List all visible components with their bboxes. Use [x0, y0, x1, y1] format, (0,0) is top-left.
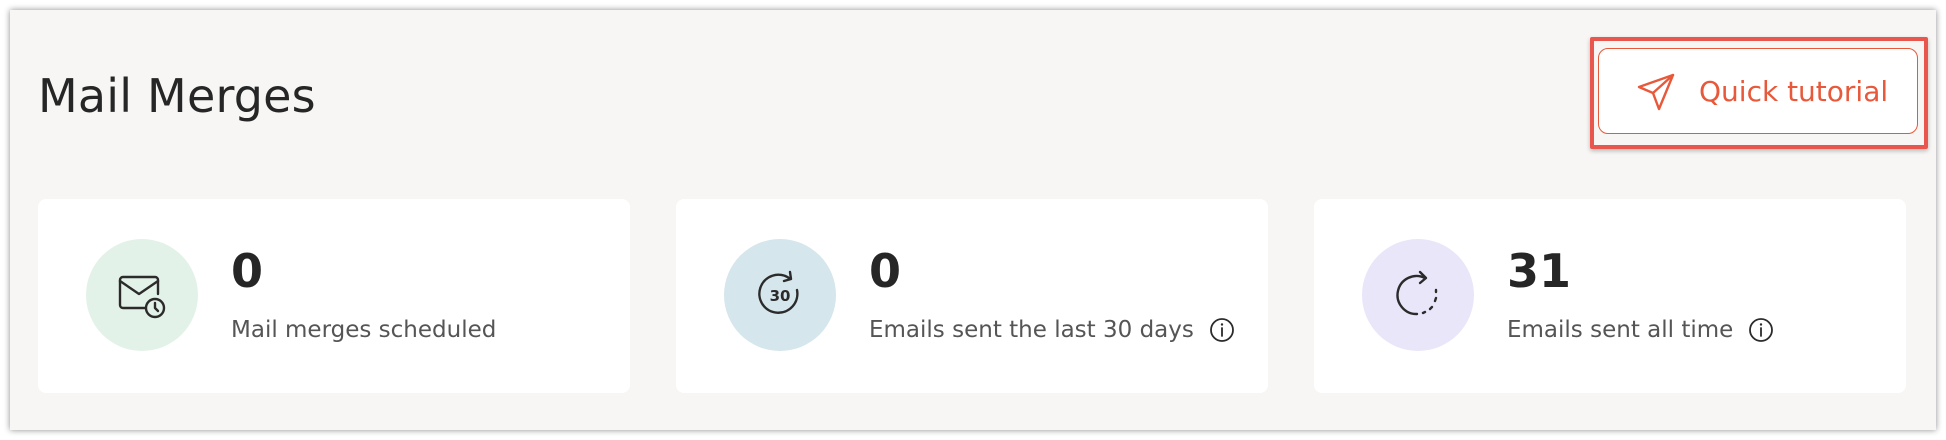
refresh-30-icon-text: 30	[770, 287, 791, 305]
stat-label: Mail merges scheduled	[231, 317, 497, 343]
info-icon[interactable]	[1208, 316, 1236, 344]
stat-value: 31	[1507, 244, 1572, 298]
mail-clock-icon	[118, 275, 166, 319]
quick-tutorial-button[interactable]: Quick tutorial	[1598, 48, 1918, 134]
stat-value: 0	[869, 244, 902, 298]
info-icon[interactable]	[1747, 316, 1775, 344]
stat-caption: Emails sent the last 30 days	[869, 315, 1236, 345]
refresh-30-icon: 30	[758, 270, 799, 314]
mail-merges-panel: Mail Merges Quick tutorial 0 Mail merges…	[10, 10, 1936, 430]
stat-card-all-time: 31 Emails sent all time	[1314, 199, 1906, 393]
quick-tutorial-label: Quick tutorial	[1699, 75, 1889, 108]
stat-icon-circle: 30	[724, 239, 836, 351]
paper-plane-icon	[1635, 71, 1677, 113]
stat-value: 0	[231, 244, 264, 298]
stat-label: Emails sent all time	[1507, 317, 1734, 343]
dashed-refresh-icon	[1396, 270, 1438, 316]
stat-icon-circle	[1362, 239, 1474, 351]
stat-caption: Emails sent all time	[1507, 315, 1775, 345]
page-title: Mail Merges	[38, 69, 316, 123]
stat-card-last-30-days: 30 0 Emails sent the last 30 days	[676, 199, 1268, 393]
stat-icon-circle	[86, 239, 198, 351]
stat-caption: Mail merges scheduled	[231, 315, 496, 345]
stat-card-scheduled: 0 Mail merges scheduled	[38, 199, 630, 393]
stat-label: Emails sent the last 30 days	[869, 317, 1194, 343]
